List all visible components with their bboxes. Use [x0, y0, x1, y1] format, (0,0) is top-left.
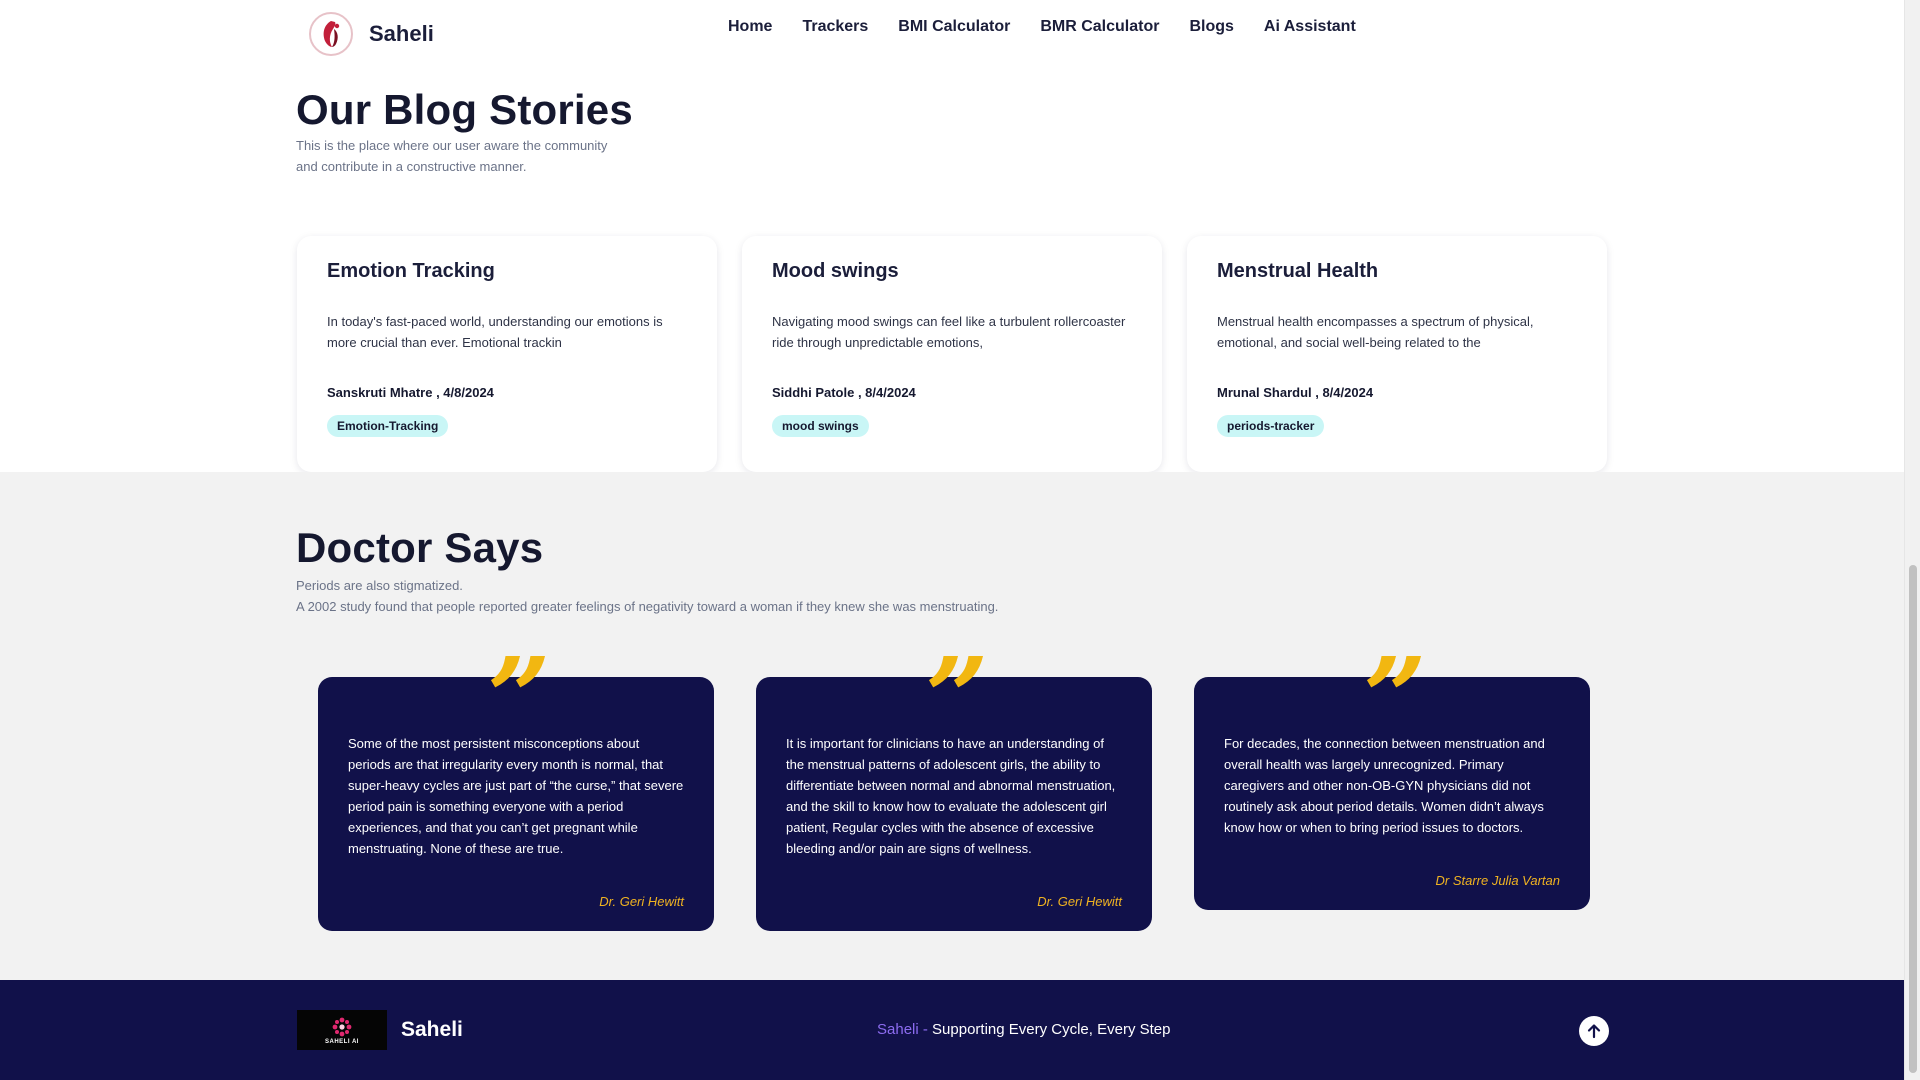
- nav-ai-assistant[interactable]: Ai Assistant: [1264, 17, 1356, 37]
- footer-brand-name: Saheli: [401, 1018, 463, 1041]
- footer-tagline-brand: Saheli -: [877, 1021, 933, 1038]
- doctor-quote-author: Dr Starre Julia Vartan: [1435, 873, 1560, 888]
- saheli-logo-icon: [309, 12, 353, 56]
- blog-subtitle: This is the place where our user aware t…: [296, 138, 608, 174]
- blog-card-author-date: Mrunal Shardul , 8/4/2024: [1217, 385, 1374, 400]
- blog-card-title[interactable]: Menstrual Health: [1217, 260, 1577, 283]
- doctor-quote-card: ” It is important for clinicians to have…: [756, 643, 1152, 931]
- scrollbar-thumb[interactable]: [1909, 565, 1917, 1073]
- blog-card-excerpt: Menstrual health encompasses a spectrum …: [1217, 314, 1534, 350]
- blog-card[interactable]: Menstrual Health Menstrual health encomp…: [1187, 236, 1607, 472]
- doctor-quote-author: Dr. Geri Hewitt: [599, 894, 684, 909]
- blog-card-tag[interactable]: mood swings: [772, 415, 869, 437]
- blog-card-tag[interactable]: Emotion-Tracking: [327, 415, 449, 437]
- blog-card-title[interactable]: Emotion Tracking: [327, 260, 687, 283]
- saheli-ai-flower-icon: [332, 1017, 352, 1036]
- doctor-says-line-1: Periods are also stigmatized.: [296, 578, 463, 593]
- top-navbar: Saheli Home Trackers BMI Calculator BMR …: [0, 0, 1904, 64]
- nav-trackers[interactable]: Trackers: [802, 17, 868, 37]
- nav-bmr-calculator[interactable]: BMR Calculator: [1040, 17, 1159, 37]
- blog-section: Our Blog Stories This is the place where…: [0, 64, 1904, 472]
- blog-card-title[interactable]: Mood swings: [772, 260, 1132, 283]
- nav-bmi-calculator[interactable]: BMI Calculator: [898, 17, 1010, 37]
- brand[interactable]: Saheli: [309, 12, 434, 56]
- blog-card-tag[interactable]: periods-tracker: [1217, 415, 1325, 437]
- doctor-says-title: Doctor Says: [296, 524, 544, 571]
- doctor-says-section: Doctor Says Periods are also stigmatized…: [0, 472, 1904, 980]
- nav-blogs[interactable]: Blogs: [1189, 17, 1233, 37]
- quote-mark-icon: ”: [925, 633, 988, 762]
- footer-logo-text: SAHELI AI: [325, 1038, 359, 1045]
- doctor-quote-card: ” Some of the most persistent misconcept…: [318, 643, 714, 931]
- blog-card-excerpt: In today's fast-paced world, understandi…: [327, 314, 663, 350]
- blog-title: Our Blog Stories: [296, 86, 633, 133]
- quote-mark-icon: ”: [1363, 633, 1426, 762]
- footer-tagline-text: Supporting Every Cycle, Every Step: [932, 1021, 1171, 1038]
- quote-mark-icon: ”: [487, 633, 550, 762]
- blog-card[interactable]: Emotion Tracking In today's fast-paced w…: [297, 236, 717, 472]
- footer: SAHELI AI Saheli Saheli - Supporting Eve…: [0, 980, 1904, 1080]
- footer-logo[interactable]: SAHELI AI: [297, 1010, 387, 1050]
- blog-cards: Emotion Tracking In today's fast-paced w…: [297, 236, 1607, 472]
- brand-name: Saheli: [369, 21, 434, 46]
- blog-card-excerpt: Navigating mood swings can feel like a t…: [772, 314, 1126, 350]
- doctor-quote-card: ” For decades, the connection between me…: [1194, 643, 1590, 910]
- main-menu: Home Trackers BMI Calculator BMR Calcula…: [728, 17, 1386, 37]
- nav-home[interactable]: Home: [728, 17, 772, 37]
- blog-card-author-date: Sanskruti Mhatre , 4/8/2024: [327, 385, 494, 400]
- scroll-to-top-button[interactable]: [1579, 1016, 1609, 1046]
- page-scrollbar[interactable]: [1904, 0, 1920, 1080]
- footer-tagline: Saheli - Supporting Every Cycle, Every S…: [877, 1021, 1170, 1038]
- doctor-quote-author: Dr. Geri Hewitt: [1037, 894, 1122, 909]
- blog-card[interactable]: Mood swings Navigating mood swings can f…: [742, 236, 1162, 472]
- doctor-says-line-2: A 2002 study found that people reported …: [296, 599, 999, 614]
- arrow-up-icon: [1587, 1024, 1601, 1039]
- page: Saheli Home Trackers BMI Calculator BMR …: [0, 0, 1904, 1080]
- blog-card-author-date: Siddhi Patole , 8/4/2024: [772, 385, 916, 400]
